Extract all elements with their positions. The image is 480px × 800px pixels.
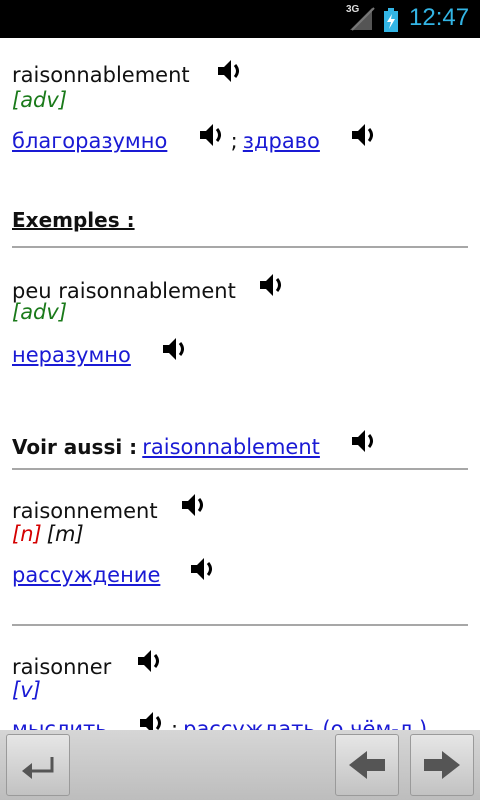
- see-also-row: Voir aussi : raisonnablement: [12, 426, 378, 459]
- speaker-icon[interactable]: [256, 270, 286, 300]
- signal-icon: [350, 7, 375, 31]
- part-of-speech: [v]: [12, 678, 41, 702]
- translation-link[interactable]: здраво: [243, 129, 320, 153]
- part-of-speech: [adv]: [12, 300, 67, 324]
- separator: ;: [230, 129, 238, 153]
- translation-row: мыслить ; рассуждать (о чём-л.): [12, 708, 427, 730]
- examples-title: Exemples :: [12, 208, 135, 232]
- translation-link[interactable]: неразумно: [12, 343, 131, 367]
- back-icon: [22, 757, 54, 779]
- entry-headword-row: raisonnement: [12, 490, 208, 523]
- speaker-icon[interactable]: [178, 490, 208, 520]
- see-also-link[interactable]: raisonnablement: [142, 435, 320, 459]
- divider: [12, 624, 468, 626]
- pos-noun: [n]: [12, 522, 42, 546]
- entry-headword-row: raisonner: [12, 646, 164, 679]
- bottom-toolbar: [0, 730, 480, 800]
- pos-verb: [v]: [12, 678, 41, 702]
- translation-link[interactable]: рассуждать (о чём-л.): [183, 717, 427, 730]
- translation-link[interactable]: рассуждение: [12, 563, 160, 587]
- entry-headword-row: raisonnablement: [12, 56, 244, 87]
- pos-gender: [m]: [46, 522, 84, 546]
- translation-link[interactable]: мыслить: [12, 717, 108, 730]
- status-bar: 3G 12:47: [0, 0, 480, 38]
- back-button[interactable]: [6, 734, 70, 796]
- translation-row: рассуждение: [12, 554, 217, 587]
- speaker-icon[interactable]: [187, 554, 217, 584]
- headword: raisonner: [12, 655, 112, 679]
- dictionary-content[interactable]: raisonnablement [adv] благоразумно ; здр…: [0, 38, 480, 730]
- battery-icon: [384, 8, 398, 32]
- translation-link[interactable]: благоразумно: [12, 129, 167, 153]
- headword: raisonnablement: [12, 63, 190, 87]
- speaker-icon[interactable]: [214, 56, 244, 86]
- pos-adverb: [adv]: [12, 300, 68, 324]
- see-also-label: Voir aussi :: [12, 435, 138, 459]
- arrow-left-icon: [349, 751, 385, 779]
- previous-button[interactable]: [335, 734, 399, 796]
- divider: [12, 246, 468, 248]
- part-of-speech: [adv]: [12, 88, 67, 112]
- speaker-icon[interactable]: [134, 646, 164, 676]
- arrow-right-icon: [424, 751, 460, 779]
- speaker-icon[interactable]: [348, 120, 378, 150]
- examples-heading: Exemples :: [12, 208, 135, 232]
- example-row: peu raisonnablement: [12, 270, 286, 303]
- clock: 12:47: [409, 4, 470, 31]
- separator: ;: [170, 717, 179, 730]
- speaker-icon[interactable]: [196, 120, 226, 150]
- pos-adverb: [adv]: [12, 88, 68, 112]
- speaker-icon[interactable]: [159, 334, 189, 364]
- headword: raisonnement: [12, 499, 158, 523]
- part-of-speech: [n] [m]: [12, 522, 84, 546]
- translation-row: неразумно: [12, 334, 189, 367]
- speaker-icon[interactable]: [348, 426, 378, 456]
- speaker-icon[interactable]: [136, 708, 166, 730]
- translation-row: благоразумно ; здраво: [12, 120, 378, 153]
- divider: [12, 468, 468, 470]
- next-button[interactable]: [410, 734, 474, 796]
